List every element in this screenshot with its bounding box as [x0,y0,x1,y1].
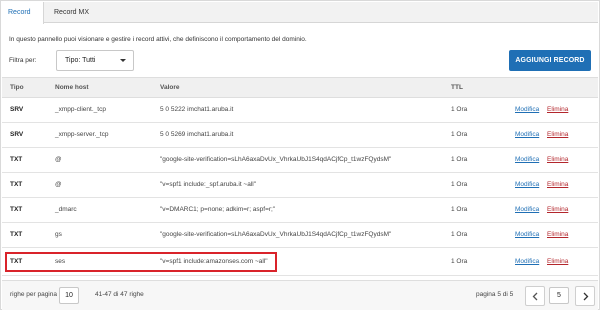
record-ttl: 1 Ora [451,106,468,113]
record-value: "v=DMARC1; p=none; adkim=r; aspf=r;" [160,206,276,213]
rows-per-page-input[interactable]: 10 [59,287,79,304]
record-ttl: 1 Ora [451,156,468,163]
record-value: 5 0 5269 imchat1.aruba.it [160,131,234,138]
next-page-button[interactable] [575,286,595,306]
record-host: _xmpp-client._tcp [55,106,106,113]
record-ttl: 1 Ora [451,231,468,238]
delete-record-link[interactable]: Elimina [547,123,568,147]
column-header-host: Nome host [55,84,89,91]
record-ttl: 1 Ora [451,206,468,213]
table-row: TXT _dmarc "v=DMARC1; p=none; adkim=r; a… [2,198,598,223]
delete-record-link[interactable]: Elimina [547,248,568,275]
record-type: TXT [10,258,23,265]
delete-record-link[interactable]: Elimina [547,173,568,197]
record-host: ses [55,258,66,265]
record-ttl: 1 Ora [451,258,468,265]
record-host: _dmarc [55,206,77,213]
table-header: Tipo Nome host Valore TTL [2,77,598,98]
record-value: "google-site-verification=sLhA6axaDvUx_V… [160,156,392,163]
tab-record-mx[interactable]: Record MX [48,2,95,23]
table-row: TXT ses "v=spf1 include:amazonses.com ~a… [2,248,598,276]
add-record-button[interactable]: AGGIUNGI RECORD [509,50,591,71]
record-value: "google-site-verification=sLhA6axaDvUx_V… [160,231,392,238]
chevron-right-icon [583,292,589,301]
tab-bar: Record Record MX [2,2,598,24]
delete-record-link[interactable]: Elimina [547,198,568,222]
record-type: TXT [10,156,23,163]
page-number-input[interactable]: 5 [549,287,569,304]
record-type: TXT [10,181,23,188]
edit-record-link[interactable]: Modifica [515,223,539,247]
pagination-bar: righe per pagina 10 41-47 di 47 righe pa… [2,280,598,310]
record-type: TXT [10,206,23,213]
record-ttl: 1 Ora [451,181,468,188]
chevron-left-icon [532,292,538,301]
edit-record-link[interactable]: Modifica [515,248,539,275]
column-header-ttl: TTL [451,84,463,91]
record-ttl: 1 Ora [451,131,468,138]
dns-record-panel: Record Record MX In questo pannello puoi… [0,0,600,310]
delete-record-link[interactable]: Elimina [547,98,568,122]
record-value: 5 0 5222 imchat1.aruba.it [160,106,234,113]
record-host: @ [55,156,62,163]
filter-label: Filtra per: [9,57,37,64]
table-row: TXT @ "v=spf1 include:_spf.aruba.it ~all… [2,173,598,198]
edit-record-link[interactable]: Modifica [515,148,539,172]
delete-record-link[interactable]: Elimina [547,223,568,247]
panel-description: In questo pannello puoi visionare e gest… [9,36,307,43]
record-type: SRV [10,106,24,113]
record-host: gs [55,231,62,238]
prev-page-button[interactable] [525,286,545,306]
record-value: "v=spf1 include:_spf.aruba.it ~all" [160,181,257,188]
filter-type-select[interactable]: Tipo: Tutti [56,50,134,71]
edit-record-link[interactable]: Modifica [515,123,539,147]
edit-record-link[interactable]: Modifica [515,198,539,222]
filter-selected-value: Tipo: Tutti [65,57,96,64]
table-row: SRV _xmpp-server._tcp 5 0 5269 imchat1.a… [2,123,598,148]
page-indicator: pagina 5 di 5 [476,291,514,298]
column-header-value: Valore [160,84,180,91]
caret-down-icon [120,59,126,62]
record-host: @ [55,181,62,188]
record-value: "v=spf1 include:amazonses.com ~all" [160,258,268,265]
record-type: TXT [10,231,23,238]
delete-record-link[interactable]: Elimina [547,148,568,172]
table-row: TXT @ "google-site-verification=sLhA6axa… [2,148,598,173]
row-range-text: 41-47 di 47 righe [95,291,144,298]
record-host: _xmpp-server._tcp [55,131,109,138]
edit-record-link[interactable]: Modifica [515,98,539,122]
rows-per-page-label: righe per pagina [10,291,57,298]
column-header-type: Tipo [10,84,24,91]
tab-record[interactable]: Record [2,2,44,24]
edit-record-link[interactable]: Modifica [515,173,539,197]
table-row: TXT gs "google-site-verification=sLhA6ax… [2,223,598,248]
table-row: SRV _xmpp-client._tcp 5 0 5222 imchat1.a… [2,98,598,123]
record-type: SRV [10,131,24,138]
